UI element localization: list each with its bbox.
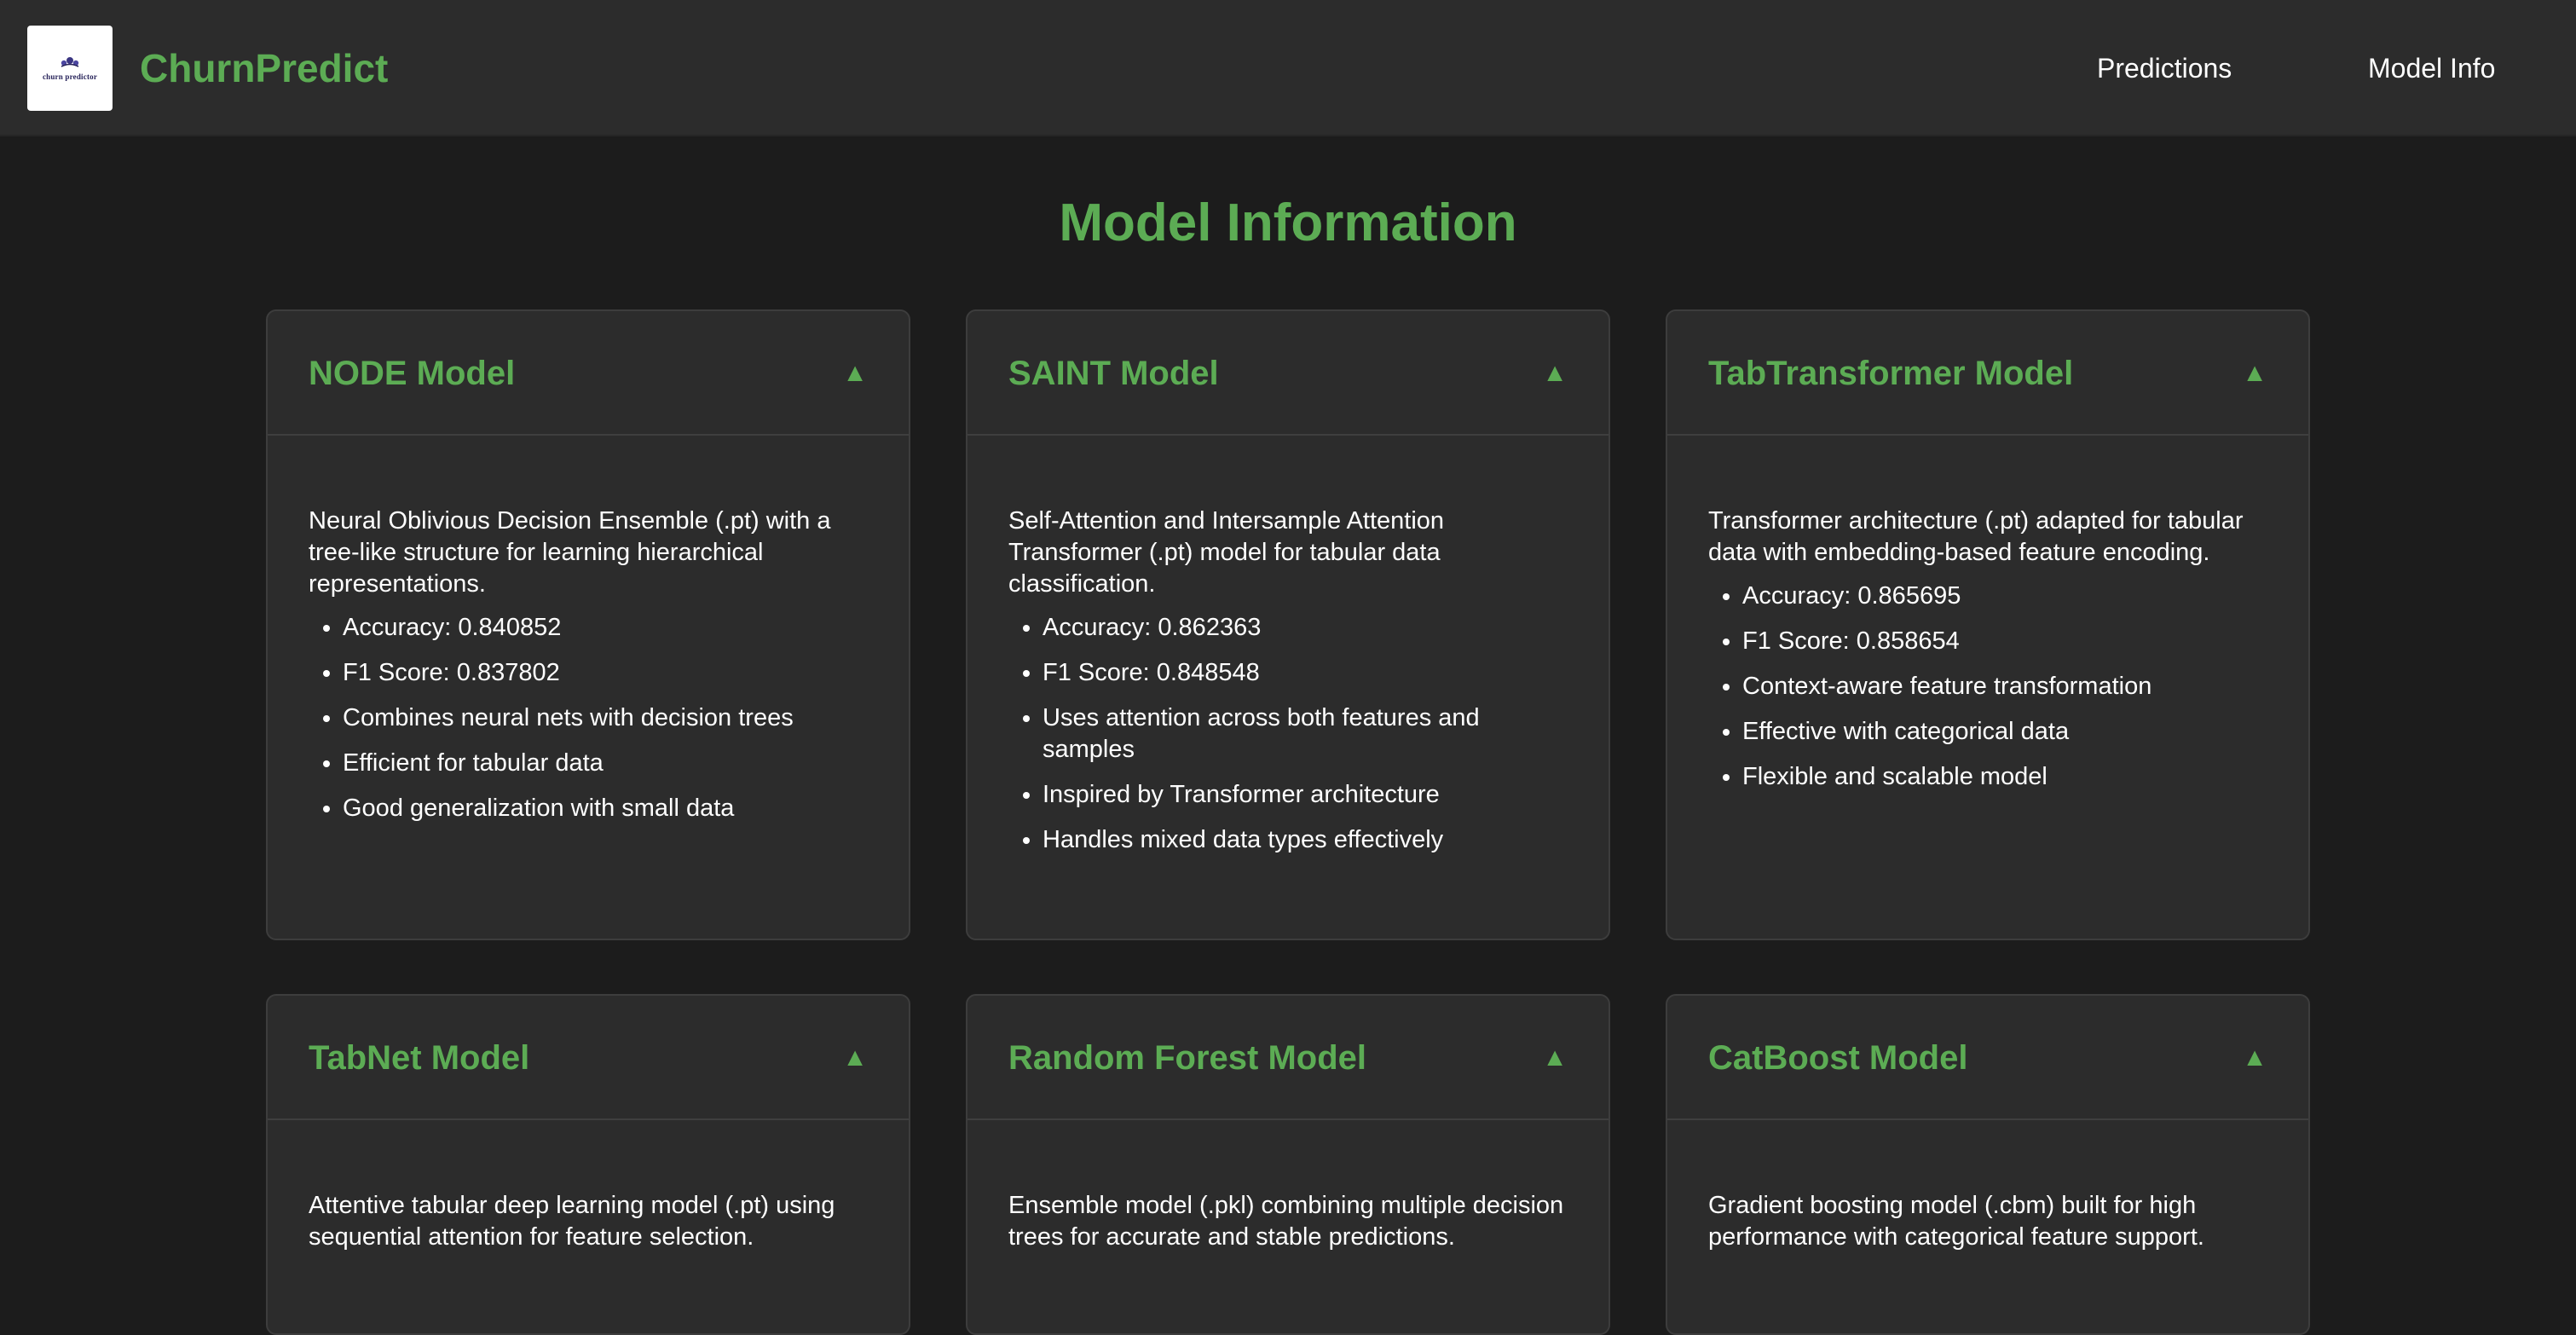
card-description: Self-Attention and Intersample Attention… [1008,507,1445,598]
model-card-node: NODE Model ▲ Neural Oblivious Decision E… [266,309,910,940]
model-card-catboost: CatBoost Model ▲ Gradient boosting model… [1666,994,2310,1335]
card-title: CatBoost Model [1708,1039,1968,1077]
card-header[interactable]: Random Forest Model ▲ [967,996,1609,1120]
feature-list: Accuracy: 0.862363 F1 Score: 0.848548 Us… [1008,612,1568,856]
list-item: Context-aware feature transformation [1742,671,2267,702]
collapse-toggle-icon[interactable]: ▲ [1542,1042,1568,1074]
card-header[interactable]: TabTransformer Model ▲ [1667,311,2308,436]
model-card-saint: SAINT Model ▲ Self-Attention and Intersa… [966,309,1610,940]
logo-emblem-icon [59,55,81,69]
logo[interactable]: churn predictor [27,26,113,111]
card-body: Ensemble model (.pkl) combining multiple… [967,1120,1609,1299]
card-body: Self-Attention and Intersample Attention… [967,436,1609,904]
model-card-tabtransformer: TabTransformer Model ▲ Transformer archi… [1666,309,2310,940]
collapse-toggle-icon[interactable]: ▲ [842,1042,868,1074]
list-item: Inspired by Transformer architecture [1043,779,1568,811]
feature-list: Accuracy: 0.840852 F1 Score: 0.837802 Co… [309,612,868,824]
list-item: Combines neural nets with decision trees [343,702,868,734]
collapse-toggle-icon[interactable]: ▲ [2242,1042,2267,1074]
logo-text: churn predictor [42,72,98,81]
card-description: Transformer architecture (.pt) adapted f… [1708,507,2244,566]
card-header[interactable]: SAINT Model ▲ [967,311,1609,436]
list-item: Effective with categorical data [1742,716,2267,748]
list-item: F1 Score: 0.837802 [343,657,868,689]
card-title: SAINT Model [1008,355,1219,392]
collapse-toggle-icon[interactable]: ▲ [842,357,868,390]
card-body: Neural Oblivious Decision Ensemble (.pt)… [268,436,909,872]
card-title: NODE Model [309,355,516,392]
list-item: Good generalization with small data [343,793,868,824]
card-title: TabTransformer Model [1708,355,2074,392]
model-card-random-forest: Random Forest Model ▲ Ensemble model (.p… [966,994,1610,1335]
list-item: Flexible and scalable model [1742,761,2267,793]
page-title: Model Information [1059,194,1517,252]
list-item: F1 Score: 0.848548 [1043,657,1568,689]
card-header[interactable]: NODE Model ▲ [268,311,909,436]
brand-name[interactable]: ChurnPredict [140,43,388,94]
card-title: TabNet Model [309,1039,530,1077]
card-body: Gradient boosting model (.cbm) built for… [1667,1120,2308,1299]
list-item: Handles mixed data types effectively [1043,824,1568,856]
nav-link-model-info[interactable]: Model Info [2368,51,2495,85]
card-description: Attentive tabular deep learning model (.… [309,1192,835,1251]
card-body: Transformer architecture (.pt) adapted f… [1667,436,2308,841]
collapse-toggle-icon[interactable]: ▲ [2242,357,2267,390]
card-description: Neural Oblivious Decision Ensemble (.pt)… [309,507,831,598]
list-item: Accuracy: 0.862363 [1043,612,1568,644]
card-title: Random Forest Model [1008,1039,1367,1077]
card-description: Gradient boosting model (.cbm) built for… [1708,1192,2204,1251]
list-item: Accuracy: 0.865695 [1742,581,2267,612]
feature-list: Accuracy: 0.865695 F1 Score: 0.858654 Co… [1708,581,2267,793]
top-navbar: churn predictor ChurnPredict Predictions… [0,0,2576,136]
card-body: Attentive tabular deep learning model (.… [268,1120,909,1299]
card-header[interactable]: TabNet Model ▲ [268,996,909,1120]
list-item: Uses attention across both features and … [1043,702,1568,766]
card-description: Ensemble model (.pkl) combining multiple… [1008,1192,1564,1251]
model-card-tabnet: TabNet Model ▲ Attentive tabular deep le… [266,994,910,1335]
list-item: Accuracy: 0.840852 [343,612,868,644]
list-item: F1 Score: 0.858654 [1742,626,2267,657]
collapse-toggle-icon[interactable]: ▲ [1542,357,1568,390]
card-header[interactable]: CatBoost Model ▲ [1667,996,2308,1120]
nav-link-predictions[interactable]: Predictions [2097,51,2232,85]
list-item: Efficient for tabular data [343,748,868,779]
